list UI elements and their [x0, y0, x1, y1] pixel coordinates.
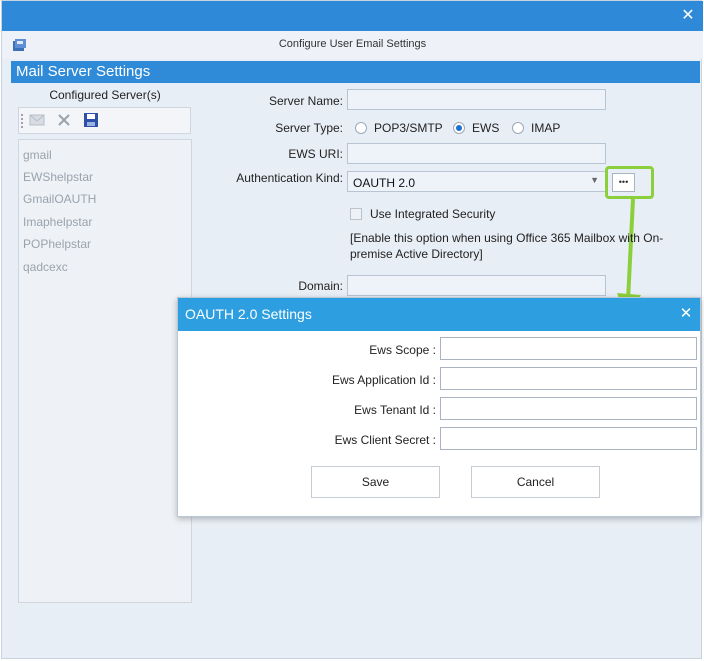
new-mail-icon[interactable] — [29, 113, 45, 130]
window-close-icon[interactable]: ✕ — [679, 7, 697, 25]
ews-uri-label: EWS URI: — [288, 147, 343, 161]
server-type-label: Server Type: — [275, 121, 343, 135]
server-name-input[interactable] — [347, 89, 606, 110]
delete-icon[interactable] — [57, 113, 71, 130]
window-title: Configure User Email Settings — [278, 38, 427, 50]
toolbar-grip — [21, 114, 23, 128]
domain-label: Domain: — [298, 279, 343, 293]
oauth-settings-dialog: OAUTH 2.0 Settings ✕ Ews Scope : Ews App… — [177, 297, 701, 517]
dialog-close-icon[interactable]: ✕ — [677, 305, 695, 323]
save-button[interactable]: Save — [311, 466, 440, 498]
server-item[interactable]: Imaphelpstar — [23, 215, 92, 229]
server-item[interactable]: POPhelpstar — [23, 237, 91, 251]
ews-tenant-id-label: Ews Tenant Id : — [354, 403, 436, 417]
radio-circle — [512, 122, 524, 134]
radio-circle — [355, 122, 367, 134]
servers-list: gmail EWShelpstar GmailOAUTH Imaphelpsta… — [18, 139, 192, 603]
server-name-label: Server Name: — [268, 94, 343, 108]
integrated-security-checkbox[interactable] — [350, 208, 362, 220]
ews-client-secret-input[interactable] — [440, 427, 697, 450]
radio-circle-selected — [453, 122, 465, 134]
auth-kind-label: Authentication Kind: — [236, 171, 343, 185]
ews-scope-input[interactable] — [440, 337, 697, 360]
server-item[interactable]: gmail — [23, 148, 52, 162]
ews-uri-input[interactable] — [347, 143, 606, 164]
ews-application-id-label: Ews Application Id : — [331, 373, 436, 387]
more-options-button[interactable]: ••• — [612, 173, 635, 192]
chevron-down-icon: ▼ — [590, 175, 599, 185]
ews-client-secret-label: Ews Client Secret : — [334, 433, 436, 447]
integrated-security-note: [Enable this option when using Office 36… — [350, 231, 664, 261]
radio-ews[interactable]: EWS — [453, 121, 499, 135]
domain-input[interactable] — [347, 275, 606, 296]
auth-kind-value: OAUTH 2.0 — [353, 176, 416, 190]
integrated-security-label: Use Integrated Security — [370, 207, 496, 221]
server-item[interactable]: qadcexc — [23, 260, 68, 274]
ews-application-id-input[interactable] — [440, 367, 697, 390]
dialog-header: OAUTH 2.0 Settings ✕ — [178, 298, 700, 331]
radio-pop3-smtp[interactable]: POP3/SMTP — [355, 121, 443, 135]
radio-label: EWS — [472, 121, 500, 135]
radio-imap[interactable]: IMAP — [512, 121, 560, 135]
window-top-bar: ✕ — [2, 1, 703, 31]
auth-kind-select[interactable]: OAUTH 2.0 ▼ — [347, 171, 606, 192]
server-item[interactable]: EWShelpstar — [23, 170, 93, 184]
section-header: Mail Server Settings — [11, 61, 700, 83]
cancel-button[interactable]: Cancel — [471, 466, 600, 498]
save-icon[interactable] — [83, 112, 99, 131]
radio-label: IMAP — [531, 121, 561, 135]
ews-tenant-id-input[interactable] — [440, 397, 697, 420]
server-item[interactable]: GmailOAUTH — [23, 192, 96, 206]
radio-label: POP3/SMTP — [374, 121, 443, 135]
ews-scope-label: Ews Scope : — [369, 343, 436, 357]
dialog-title: OAUTH 2.0 Settings — [185, 306, 312, 322]
